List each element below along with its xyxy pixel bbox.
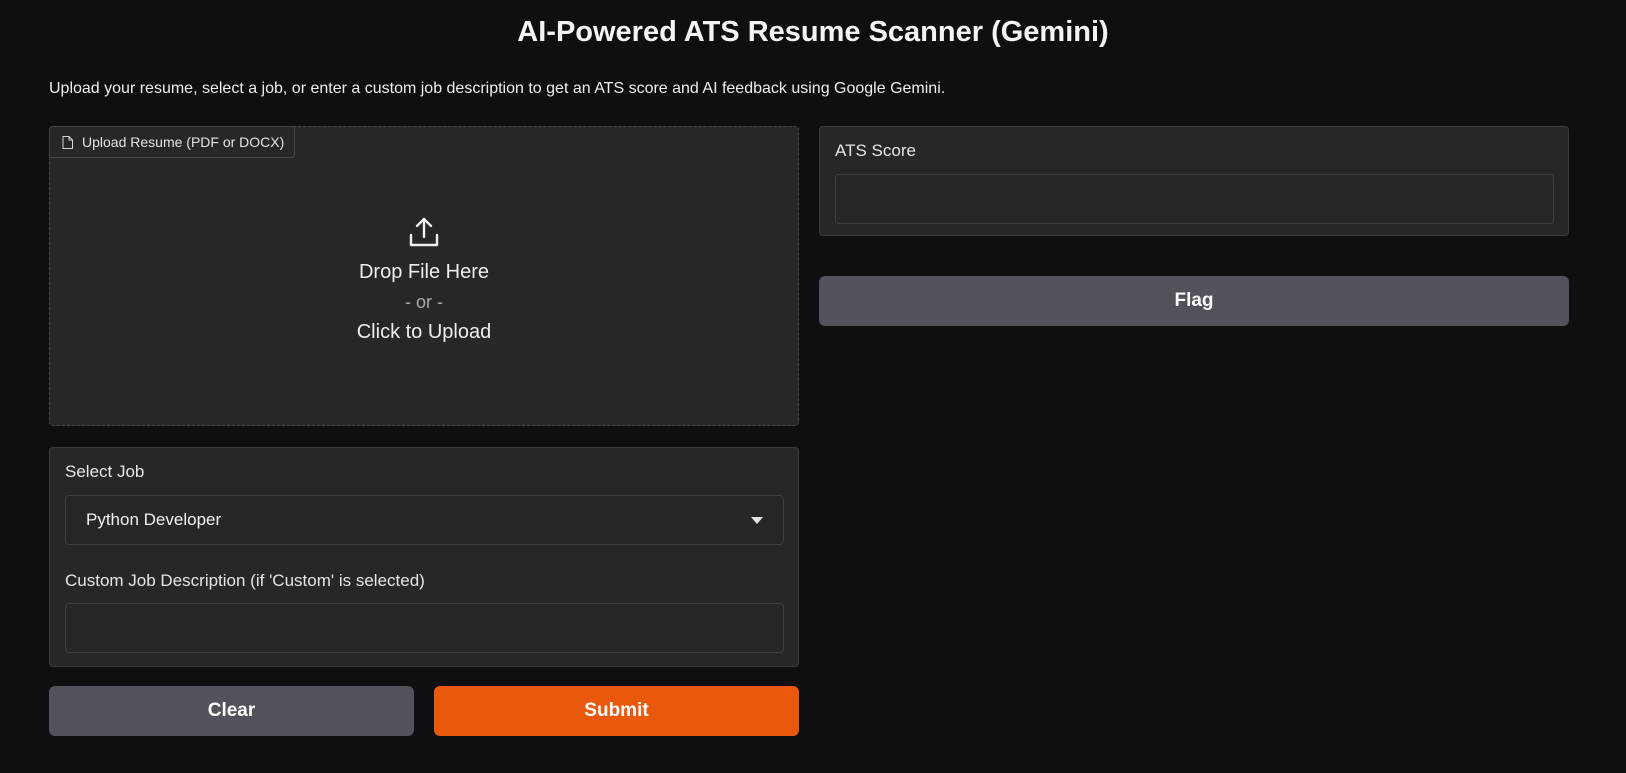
custom-job-label: Custom Job Description (if 'Custom' is s…: [65, 571, 425, 590]
ats-score-label: ATS Score: [835, 141, 916, 160]
upload-label-text: Upload Resume (PDF or DOCX): [82, 134, 285, 150]
or-divider-text: - or -: [405, 292, 443, 312]
page-description: Upload your resume, select a job, or ent…: [49, 80, 946, 97]
flag-button[interactable]: Flag: [819, 276, 1569, 326]
job-dropdown-value: Python Developer: [86, 510, 222, 529]
resume-upload-panel[interactable]: Upload Resume (PDF or DOCX) Drop File He…: [49, 126, 799, 426]
job-panel: Select Job Python Developer Custom Job D…: [49, 447, 799, 667]
select-job-label: Select Job: [65, 462, 145, 481]
upload-label: Upload Resume (PDF or DOCX): [49, 126, 296, 158]
upload-icon: [409, 217, 439, 247]
submit-button[interactable]: Submit: [434, 686, 799, 736]
drop-file-text: Drop File Here: [358, 261, 490, 283]
page-title: AI-Powered ATS Resume Scanner (Gemini): [517, 16, 1109, 48]
ats-score-panel: ATS Score: [819, 126, 1569, 236]
click-to-upload-text[interactable]: Click to Upload: [357, 317, 492, 347]
job-dropdown[interactable]: Python Developer: [65, 495, 784, 545]
app-page: AI-Powered ATS Resume Scanner (Gemini) U…: [0, 0, 1626, 773]
ats-score-output[interactable]: [835, 174, 1554, 224]
clear-button[interactable]: Clear: [49, 686, 414, 736]
file-drop-zone[interactable]: Drop File Here - or - Click to Upload: [50, 215, 798, 347]
custom-job-input[interactable]: [65, 603, 784, 653]
file-icon: [62, 135, 73, 149]
chevron-down-icon[interactable]: [751, 516, 763, 524]
